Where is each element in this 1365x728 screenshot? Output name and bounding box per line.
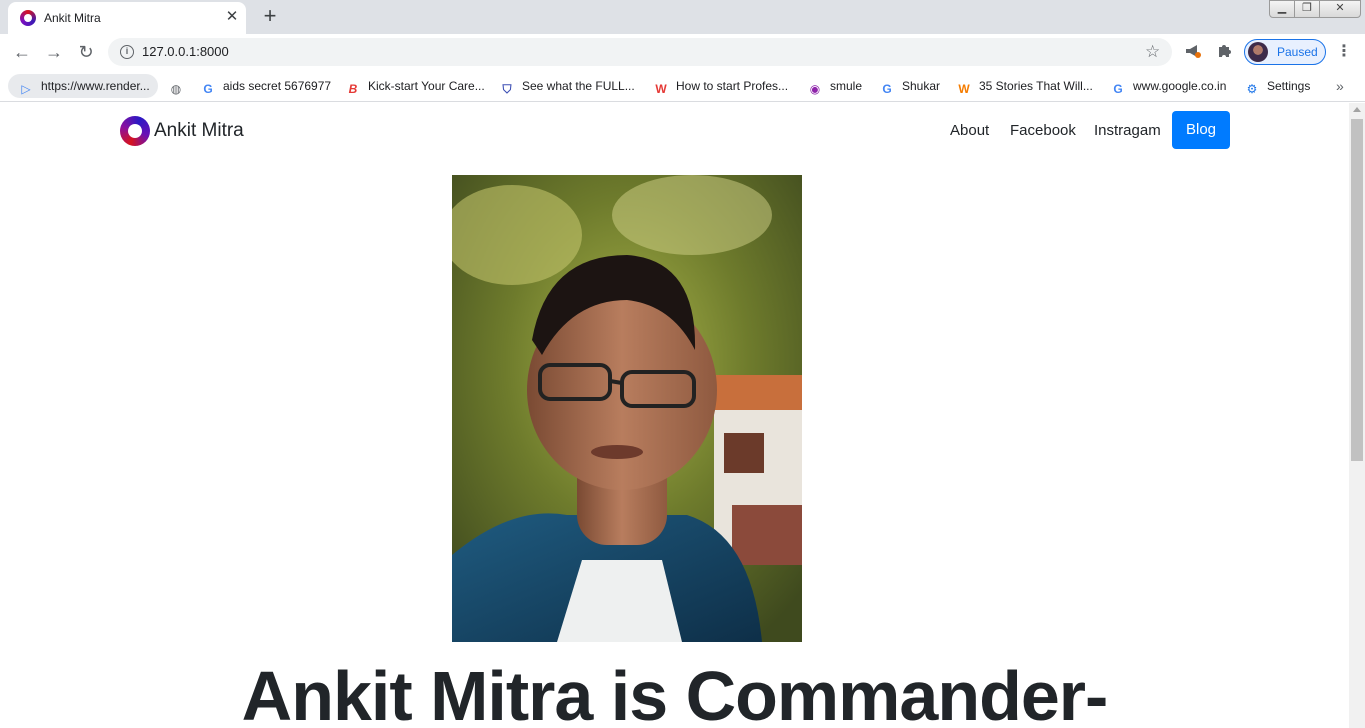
tab-title: Ankit Mitra [44, 11, 101, 25]
nav-instagram-link[interactable]: Instragam [1094, 122, 1161, 139]
bookmark-label: How to start Profes... [676, 79, 789, 93]
bookmark-label: https://www.render... [41, 79, 150, 93]
bookmark-label: Kick-start Your Care... [368, 79, 485, 93]
bookmark-item[interactable]: Gwww.google.co.in [1110, 74, 1226, 98]
bookmark-label: Settings [1267, 79, 1311, 93]
tab-close-icon[interactable]: ✕ [223, 8, 241, 26]
site-info-icon[interactable]: i [120, 45, 134, 59]
scrollbar-thumb[interactable] [1351, 119, 1363, 461]
bookmark-item[interactable]: ⛉ See what the FULL... [499, 74, 635, 98]
address-bar[interactable]: i 127.0.0.1:8000 ☆ [108, 38, 1172, 66]
megaphone-extension-icon[interactable] [1183, 42, 1203, 62]
brand-name: Ankit Mitra [154, 120, 244, 141]
google-icon: G [1113, 82, 1123, 96]
bookmark-item[interactable]: ▷ https://www.render... [8, 74, 158, 98]
reload-icon[interactable]: ↻ [75, 41, 97, 63]
bookmark-label: www.google.co.in [1133, 79, 1227, 93]
tab-strip: Ankit Mitra ✕ + ▁ ❐ ✕ [0, 0, 1365, 34]
w-logo-icon: W [655, 82, 667, 96]
bookmark-item[interactable]: W 35 Stories That Will... [956, 74, 1093, 98]
b-logo-icon: B [348, 82, 358, 96]
bookmark-item[interactable]: G Shukar [879, 74, 940, 98]
bookmark-label: smule [830, 79, 863, 93]
globe-icon: ◍ [170, 82, 182, 96]
scroll-up-arrow-icon[interactable] [1353, 107, 1361, 112]
profile-button[interactable]: Paused [1244, 39, 1326, 65]
profile-photo [452, 175, 802, 642]
browser-tab[interactable]: Ankit Mitra ✕ [8, 2, 246, 34]
maximize-window-button[interactable]: ❐ [1294, 0, 1320, 18]
bookmarks-bar: ▷ https://www.render... ◍ Gaids secret 56… [0, 70, 1365, 102]
smule-icon: ◉ [809, 82, 821, 96]
page-scrollbar[interactable] [1349, 103, 1365, 728]
nav-facebook-link[interactable]: Facebook [1010, 122, 1076, 139]
google-icon: G [882, 82, 892, 96]
shield-icon: ⛉ [502, 82, 512, 96]
url-text[interactable]: 127.0.0.1:8000 [142, 44, 229, 59]
avatar [1248, 42, 1268, 62]
bookmark-item[interactable]: ◉ smule [807, 74, 862, 98]
bookmark-star-icon[interactable]: ☆ [1145, 42, 1160, 62]
bookmark-item[interactable]: W How to start Profes... [653, 74, 788, 98]
bookmark-label: 35 Stories That Will... [979, 79, 1093, 93]
browser-menu-icon[interactable]: ⋮ [1336, 42, 1352, 62]
bookmark-item[interactable]: ⚙ Settings [1244, 74, 1311, 98]
google-icon: G [203, 82, 213, 96]
extensions-puzzle-icon[interactable] [1215, 42, 1235, 62]
page-headline: Ankit Mitra is Commander- [241, 657, 1109, 728]
brand-logo-icon [120, 116, 150, 146]
bookmark-label: See what the FULL... [522, 79, 635, 93]
render-icon: ▷ [21, 82, 31, 96]
new-tab-icon[interactable]: + [259, 5, 281, 28]
bookmark-label: aids secret 5676977 [223, 79, 332, 93]
back-icon[interactable]: ← [11, 41, 33, 63]
bookmark-item[interactable]: ◍ [168, 74, 191, 98]
minimize-window-button[interactable]: ▁ [1269, 0, 1295, 18]
close-window-button[interactable]: ✕ [1319, 0, 1361, 18]
bookmark-item[interactable]: Gaids secret 5676977 [200, 74, 331, 98]
profile-status: Paused [1277, 45, 1318, 59]
gear-icon: ⚙ [1246, 82, 1258, 96]
bookmark-label: Shukar [902, 79, 941, 93]
wattpad-icon: W [958, 82, 970, 96]
blog-button[interactable]: Blog [1172, 111, 1230, 149]
more-bookmarks-icon[interactable]: » [1336, 78, 1344, 94]
page-viewport: Ankit Mitra About Facebook Instragam Blo… [0, 103, 1349, 728]
nav-about-link[interactable]: About [950, 122, 989, 139]
forward-icon[interactable]: → [43, 41, 65, 63]
site-favicon-icon [20, 10, 36, 26]
bookmark-item[interactable]: B Kick-start Your Care... [345, 74, 485, 98]
